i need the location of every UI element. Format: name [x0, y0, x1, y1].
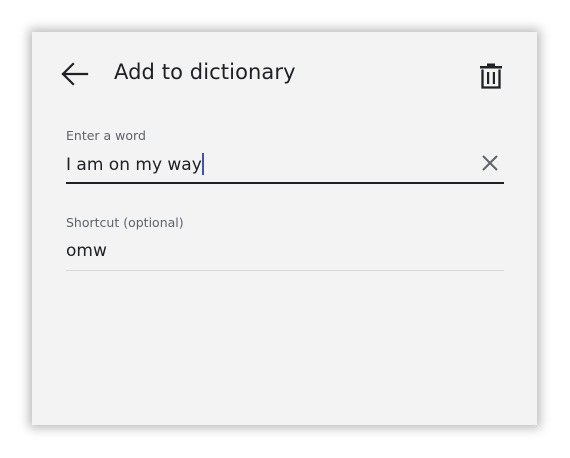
shortcut-field-underline: [66, 270, 504, 271]
shortcut-input[interactable]: omw: [66, 241, 107, 261]
shortcut-field-label: Shortcut (optional): [66, 215, 184, 230]
trash-icon: [480, 63, 502, 89]
arrow-back-icon: [61, 62, 89, 86]
word-input[interactable]: I am on my way: [66, 153, 204, 175]
back-button[interactable]: [60, 61, 90, 87]
word-field-label: Enter a word: [66, 128, 146, 143]
text-cursor: [201, 153, 204, 175]
word-input-text: I am on my way: [66, 155, 202, 175]
close-icon: [482, 155, 498, 171]
delete-button[interactable]: [478, 62, 504, 90]
word-field-underline: [66, 182, 504, 184]
clear-word-button[interactable]: [481, 154, 499, 172]
page-title: Add to dictionary: [114, 60, 296, 84]
add-to-dictionary-panel: Add to dictionary Enter a word I am on m…: [32, 32, 537, 425]
